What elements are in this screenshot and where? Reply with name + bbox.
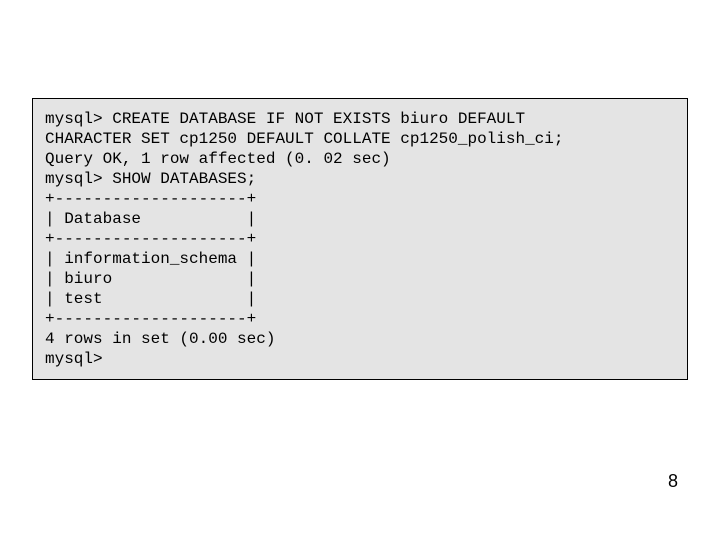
terminal-line: Query OK, 1 row affected (0. 02 sec) [45,149,675,169]
terminal-line: | information_schema | [45,249,675,269]
mysql-terminal-output: mysql> CREATE DATABASE IF NOT EXISTS biu… [32,98,688,380]
terminal-line: +--------------------+ [45,229,675,249]
terminal-line: mysql> [45,349,675,369]
terminal-line: 4 rows in set (0.00 sec) [45,329,675,349]
terminal-line: | test | [45,289,675,309]
terminal-line: +--------------------+ [45,189,675,209]
terminal-line: mysql> SHOW DATABASES; [45,169,675,189]
terminal-line: +--------------------+ [45,309,675,329]
terminal-line: CHARACTER SET cp1250 DEFAULT COLLATE cp1… [45,129,675,149]
terminal-line: | biuro | [45,269,675,289]
page-number: 8 [668,471,678,492]
terminal-line: | Database | [45,209,675,229]
terminal-line: mysql> CREATE DATABASE IF NOT EXISTS biu… [45,109,675,129]
